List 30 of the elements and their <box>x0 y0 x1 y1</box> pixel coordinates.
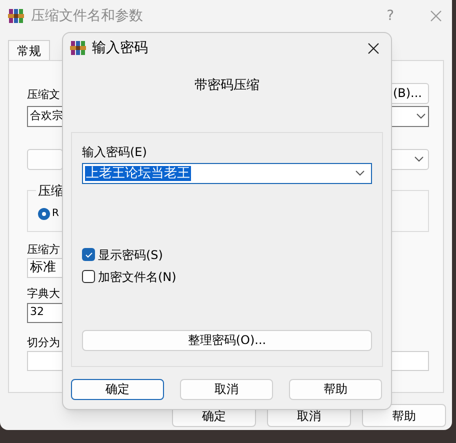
organize-passwords-button[interactable]: 整理密码(O)... <box>82 330 372 350</box>
dialog-button[interactable]: 取消 <box>180 378 273 400</box>
password-field[interactable]: 上老王论坛当老王 <box>82 162 372 184</box>
field-label: 压缩方 <box>27 242 60 258</box>
field-label: 压缩文 <box>27 87 60 103</box>
checkbox[interactable] <box>82 248 95 261</box>
field-label: 字典大 <box>27 286 60 302</box>
checkbox-label: 显示密码(S) <box>98 246 163 264</box>
dialog-heading: 带密码压缩 <box>194 77 260 95</box>
chevron-down-icon <box>414 156 424 162</box>
close-icon[interactable] <box>368 42 379 54</box>
field-label: 输入密码(E) <box>82 144 147 160</box>
chevron-down-icon <box>355 170 365 176</box>
chevron-down-icon <box>416 113 426 119</box>
dialog-button[interactable]: 帮助 <box>362 404 446 427</box>
radio-label: R <box>52 207 59 221</box>
dialog-button[interactable]: 确定 <box>71 378 164 400</box>
dictionary-field[interactable]: 32 <box>27 302 63 322</box>
format-radio[interactable] <box>38 208 50 220</box>
checkbox-label: 加密文件名(N) <box>98 268 176 286</box>
method-field[interactable]: 标准 <box>27 258 63 278</box>
checkmark-icon <box>84 250 92 258</box>
checkbox[interactable] <box>82 270 95 283</box>
archive-books-icon <box>70 40 86 56</box>
tab[interactable]: 常规 <box>8 40 50 60</box>
field-label: 切分为 <box>27 334 60 350</box>
dialog-button[interactable]: 帮助 <box>289 378 382 400</box>
dialog-title: 输入密码 <box>92 38 148 58</box>
window-title: 压缩文件名和参数 <box>31 6 143 26</box>
archive-books-icon <box>8 8 24 24</box>
